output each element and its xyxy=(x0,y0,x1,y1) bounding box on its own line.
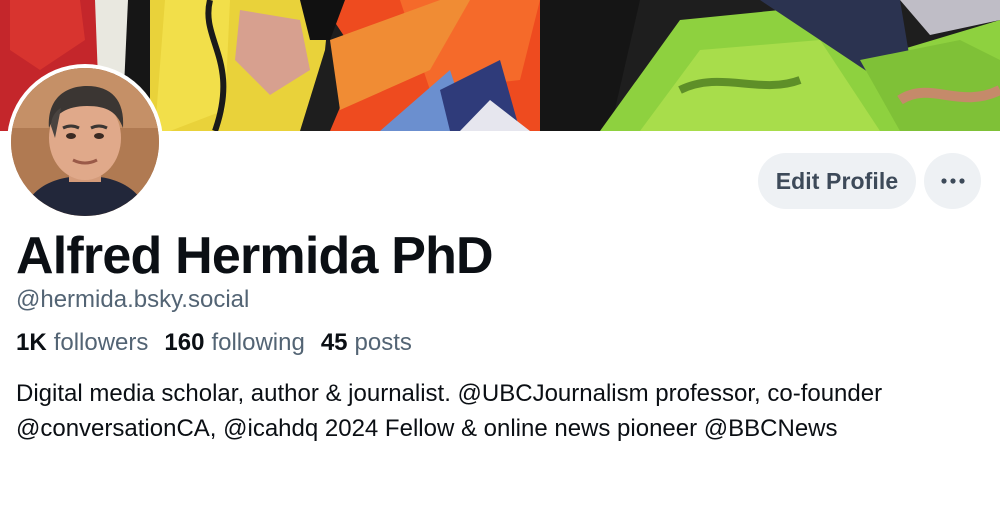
profile-page: Edit Profile Alfred Hermida PhD @hermida… xyxy=(0,0,1000,524)
profile-stats: 1K followers 160 following 45 posts xyxy=(16,328,412,358)
posts-stat: 45 posts xyxy=(321,328,412,358)
following-link[interactable]: 160 following xyxy=(164,328,304,358)
profile-avatar[interactable] xyxy=(7,64,163,220)
ellipsis-icon xyxy=(940,178,965,184)
followers-count: 1K xyxy=(16,329,47,356)
following-label: following xyxy=(211,329,305,356)
profile-display-name: Alfred Hermida PhD xyxy=(16,227,494,285)
followers-label: followers xyxy=(53,329,149,356)
profile-handle: @hermida.bsky.social xyxy=(16,286,250,313)
profile-bio: Digital media scholar, author & journali… xyxy=(16,380,883,442)
more-options-button[interactable] xyxy=(924,153,981,209)
avatar-portrait xyxy=(11,68,159,216)
posts-label: posts xyxy=(354,329,412,356)
edit-profile-button[interactable]: Edit Profile xyxy=(758,153,916,209)
posts-count: 45 xyxy=(320,329,348,356)
avatar-photo xyxy=(11,68,159,216)
following-count: 160 xyxy=(164,329,205,356)
followers-link[interactable]: 1K followers xyxy=(16,328,148,358)
